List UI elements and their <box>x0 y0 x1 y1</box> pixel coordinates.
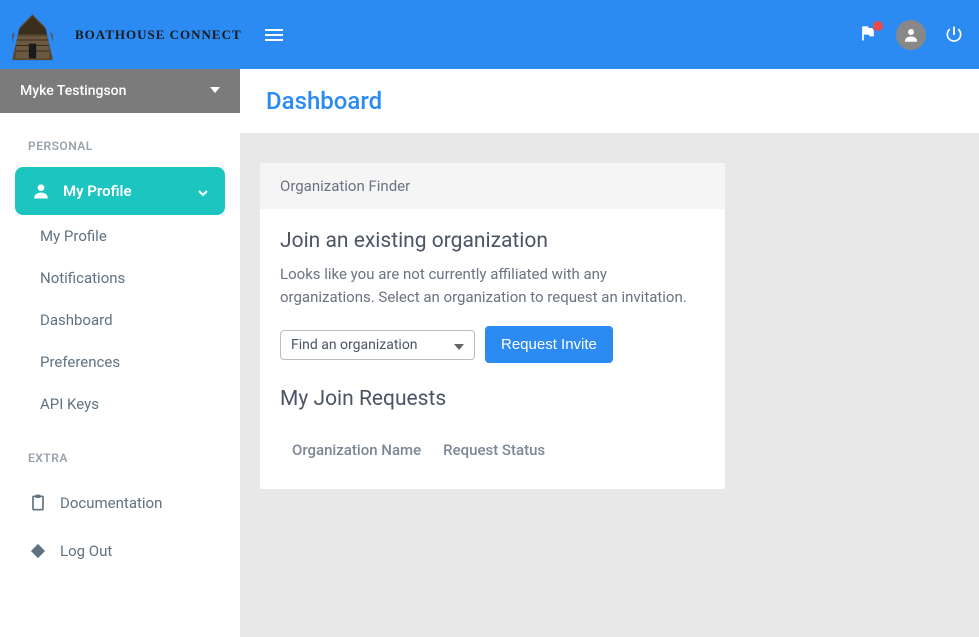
user-selector[interactable]: Myke Testingson <box>0 69 240 113</box>
sidebar-item-logout[interactable]: Log Out <box>0 527 240 575</box>
brand-logo[interactable]: BOATHOUSE CONNECT <box>0 0 242 69</box>
username-label: Myke Testingson <box>20 83 126 99</box>
person-icon <box>902 26 920 44</box>
topbar-actions <box>858 20 964 50</box>
join-description: Looks like you are not currently affilia… <box>280 263 705 308</box>
join-title: Join an existing organization <box>280 229 705 253</box>
invite-form-row: Find an organization Request Invite <box>280 326 705 363</box>
caret-down-icon <box>210 83 220 99</box>
card-header: Organization Finder <box>260 163 725 209</box>
sidebar-item-my-profile[interactable]: My Profile <box>15 167 225 215</box>
table-col-org: Organization Name <box>292 441 421 459</box>
organization-finder-card: Organization Finder Join an existing org… <box>260 163 725 489</box>
person-icon <box>31 181 51 201</box>
sidebar-section-personal: PERSONAL <box>0 113 240 167</box>
sidebar-section-extra: EXTRA <box>0 425 240 479</box>
main-content: Dashboard Organization Finder Join an ex… <box>240 69 979 637</box>
page-header: Dashboard <box>240 69 979 133</box>
clipboard-icon <box>28 493 48 513</box>
sidebar-subitem-api-keys[interactable]: API Keys <box>0 383 240 425</box>
requests-table-header: Organization Name Request Status <box>280 431 705 469</box>
brand-name: BOATHOUSE CONNECT <box>75 27 242 43</box>
sidebar-item-documentation[interactable]: Documentation <box>0 479 240 527</box>
sidebar-subitem-notifications[interactable]: Notifications <box>0 257 240 299</box>
topbar: BOATHOUSE CONNECT <box>0 0 979 69</box>
sidebar-subitem-preferences[interactable]: Preferences <box>0 341 240 383</box>
sidebar: Myke Testingson PERSONAL My Profile My P… <box>0 69 240 637</box>
sidebar-item-label: My Profile <box>63 182 132 200</box>
page-title: Dashboard <box>266 87 953 115</box>
request-invite-button[interactable]: Request Invite <box>485 326 613 363</box>
my-requests-title: My Join Requests <box>280 387 705 411</box>
organization-select[interactable]: Find an organization <box>280 330 475 360</box>
boathouse-icon <box>5 7 60 62</box>
select-placeholder: Find an organization <box>291 337 418 353</box>
menu-toggle-icon[interactable] <box>262 23 286 47</box>
sidebar-subitem-my-profile[interactable]: My Profile <box>0 215 240 257</box>
sidebar-item-label: Log Out <box>60 542 112 560</box>
user-avatar[interactable] <box>896 20 926 50</box>
caret-down-icon <box>454 340 464 350</box>
power-icon[interactable] <box>944 25 964 45</box>
sidebar-item-label: Documentation <box>60 494 162 512</box>
notification-badge <box>872 20 884 32</box>
notifications-button[interactable] <box>858 23 878 47</box>
diamond-icon <box>28 541 48 561</box>
sidebar-subitem-dashboard[interactable]: Dashboard <box>0 299 240 341</box>
table-col-status: Request Status <box>443 441 545 459</box>
chevron-down-icon <box>197 185 209 197</box>
